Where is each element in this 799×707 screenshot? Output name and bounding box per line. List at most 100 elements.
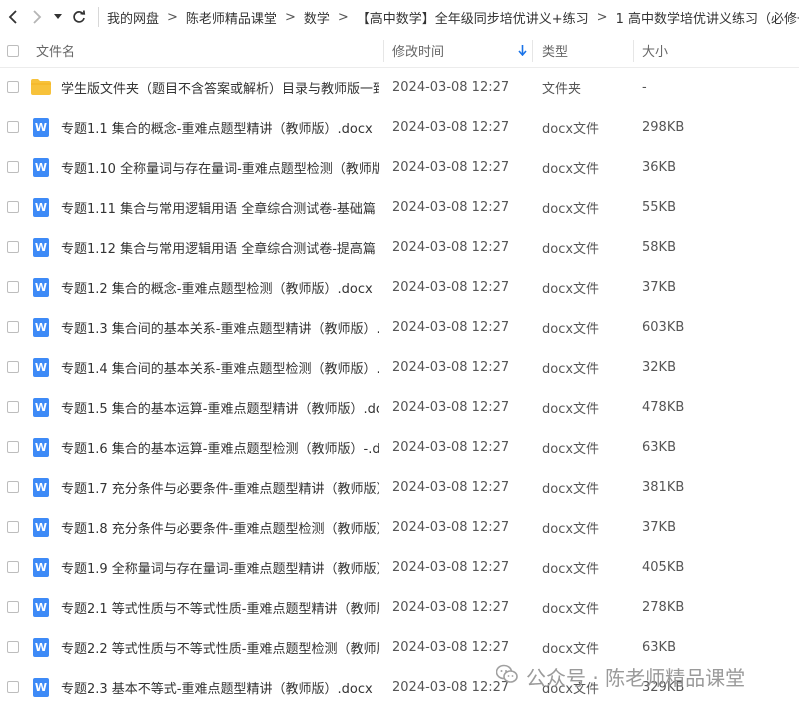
file-row[interactable]: W 专题1.1 集合的概念-重难点题型精讲（教师版）.docx 2024-03-…: [0, 107, 799, 147]
row-checkbox[interactable]: [7, 667, 19, 707]
file-size: 405KB: [642, 559, 685, 575]
file-size: -: [642, 79, 647, 95]
word-icon: W: [33, 518, 49, 537]
file-name[interactable]: 学生版文件夹（题目不含答案或解析）目录与教师版一致: [61, 67, 379, 107]
file-row[interactable]: W 专题2.1 等式性质与不等式性质-重难点题型精讲（教师版... 2024-0…: [0, 587, 799, 627]
word-icon: W: [33, 318, 49, 337]
file-name[interactable]: 专题1.2 集合的概念-重难点题型检测（教师版）.docx: [61, 267, 379, 307]
row-checkbox[interactable]: [7, 267, 19, 307]
file-size: 381KB: [642, 479, 685, 495]
column-header-modified[interactable]: 修改时间: [392, 34, 444, 67]
row-checkbox[interactable]: [7, 467, 19, 507]
column-divider[interactable]: [532, 40, 533, 62]
row-checkbox[interactable]: [7, 307, 19, 347]
forward-button[interactable]: [32, 0, 42, 34]
file-modified: 2024-03-08 12:27: [392, 599, 510, 615]
wechat-logo-icon: [495, 664, 518, 689]
file-name[interactable]: 专题2.2 等式性质与不等式性质-重难点题型检测（教师版...: [61, 627, 379, 667]
file-size: 32KB: [642, 359, 676, 375]
row-checkbox[interactable]: [7, 627, 19, 667]
file-name[interactable]: 专题1.11 集合与常用逻辑用语 全章综合测试卷-基础篇（...: [61, 187, 379, 227]
breadcrumb-item[interactable]: 【高中数学】全年级同步培优讲义+练习: [357, 8, 589, 27]
file-modified: 2024-03-08 12:27: [392, 559, 510, 575]
file-row[interactable]: W 专题1.2 集合的概念-重难点题型检测（教师版）.docx 2024-03-…: [0, 267, 799, 307]
row-checkbox[interactable]: [7, 227, 19, 267]
file-modified: 2024-03-08 12:27: [392, 119, 510, 135]
file-modified: 2024-03-08 12:27: [392, 359, 510, 375]
file-name[interactable]: 专题1.7 充分条件与必要条件-重难点题型精讲（教师版）...: [61, 467, 379, 507]
file-modified: 2024-03-08 12:27: [392, 479, 510, 495]
file-row[interactable]: W 专题1.6 集合的基本运算-重难点题型检测（教师版）-.do... 2024…: [0, 427, 799, 467]
file-row[interactable]: 学生版文件夹（题目不含答案或解析）目录与教师版一致 2024-03-08 12:…: [0, 67, 799, 107]
row-checkbox[interactable]: [7, 387, 19, 427]
column-header-size[interactable]: 大小: [642, 34, 668, 67]
sort-descending-icon[interactable]: [518, 34, 527, 67]
row-checkbox[interactable]: [7, 427, 19, 467]
file-name[interactable]: 专题1.3 集合间的基本关系-重难点题型精讲（教师版）.d...: [61, 307, 379, 347]
breadcrumb-separator-icon: >: [284, 9, 296, 25]
file-row[interactable]: W 专题1.3 集合间的基本关系-重难点题型精讲（教师版）.d... 2024-…: [0, 307, 799, 347]
file-modified: 2024-03-08 12:27: [392, 239, 510, 255]
row-checkbox[interactable]: [7, 507, 19, 547]
row-checkbox[interactable]: [7, 147, 19, 187]
file-row[interactable]: W 专题1.10 全称量词与存在量词-重难点题型检测（教师版... 2024-0…: [0, 147, 799, 187]
word-icon: W: [33, 478, 49, 497]
file-name[interactable]: 专题2.1 等式性质与不等式性质-重难点题型精讲（教师版...: [61, 587, 379, 627]
word-icon: W: [33, 358, 49, 377]
breadcrumb-separator-icon: >: [337, 9, 349, 25]
chevron-right-icon: [33, 10, 42, 24]
file-size: 58KB: [642, 239, 676, 255]
file-modified: 2024-03-08 12:27: [392, 519, 510, 535]
word-icon: W: [33, 118, 49, 137]
file-name[interactable]: 专题1.8 充分条件与必要条件-重难点题型检测（教师版）...: [61, 507, 379, 547]
word-icon: W: [33, 558, 49, 577]
file-type: docx文件: [542, 441, 600, 457]
row-checkbox[interactable]: [7, 187, 19, 227]
breadcrumb-item[interactable]: 陈老师精品课堂: [186, 8, 277, 27]
file-size: 37KB: [642, 519, 676, 535]
row-checkbox[interactable]: [7, 587, 19, 627]
file-row[interactable]: W 专题1.9 全称量词与存在量词-重难点题型精讲（教师版）... 2024-0…: [0, 547, 799, 587]
file-name[interactable]: 专题1.5 集合的基本运算-重难点题型精讲（教师版）.docx: [61, 387, 379, 427]
file-size: 36KB: [642, 159, 676, 175]
breadcrumb-item-current[interactable]: 1 高中数学培优讲义练习（必修一）: [616, 8, 799, 27]
file-name[interactable]: 专题1.4 集合间的基本关系-重难点题型检测（教师版）.d...: [61, 347, 379, 387]
file-row[interactable]: W 专题1.7 充分条件与必要条件-重难点题型精讲（教师版）... 2024-0…: [0, 467, 799, 507]
file-modified: 2024-03-08 12:27: [392, 679, 510, 695]
row-checkbox[interactable]: [7, 347, 19, 387]
breadcrumb-item[interactable]: 我的网盘: [107, 8, 159, 27]
file-name[interactable]: 专题1.10 全称量词与存在量词-重难点题型检测（教师版...: [61, 147, 379, 187]
file-modified: 2024-03-08 12:27: [392, 79, 510, 95]
back-button[interactable]: [8, 0, 18, 34]
file-list-header: 文件名 修改时间 类型 大小: [0, 34, 799, 68]
file-name[interactable]: 专题1.12 集合与常用逻辑用语 全章综合测试卷-提高篇（...: [61, 227, 379, 267]
file-name[interactable]: 专题1.9 全称量词与存在量词-重难点题型精讲（教师版）...: [61, 547, 379, 587]
file-row[interactable]: W 专题1.11 集合与常用逻辑用语 全章综合测试卷-基础篇（... 2024-…: [0, 187, 799, 227]
breadcrumb-item[interactable]: 数学: [304, 8, 330, 27]
row-checkbox[interactable]: [7, 107, 19, 147]
file-row[interactable]: W 专题1.5 集合的基本运算-重难点题型精讲（教师版）.docx 2024-0…: [0, 387, 799, 427]
column-header-type[interactable]: 类型: [542, 34, 568, 67]
row-checkbox[interactable]: [7, 67, 19, 107]
history-dropdown-button[interactable]: [54, 0, 62, 34]
file-row[interactable]: W 专题1.12 集合与常用逻辑用语 全章综合测试卷-提高篇（... 2024-…: [0, 227, 799, 267]
breadcrumb-separator-icon: >: [596, 9, 608, 25]
breadcrumb-separator-icon: >: [167, 9, 178, 25]
file-row[interactable]: W 专题1.4 集合间的基本关系-重难点题型检测（教师版）.d... 2024-…: [0, 347, 799, 387]
word-icon: W: [33, 278, 49, 297]
file-row[interactable]: W 专题1.8 充分条件与必要条件-重难点题型检测（教师版）... 2024-0…: [0, 507, 799, 547]
column-header-name[interactable]: 文件名: [36, 34, 75, 67]
file-name[interactable]: 专题1.1 集合的概念-重难点题型精讲（教师版）.docx: [61, 107, 379, 147]
column-divider[interactable]: [633, 40, 634, 62]
file-size: 37KB: [642, 279, 676, 295]
select-all-checkbox[interactable]: [7, 34, 19, 67]
file-name[interactable]: 专题1.6 集合的基本运算-重难点题型检测（教师版）-.do...: [61, 427, 379, 467]
row-checkbox[interactable]: [7, 547, 19, 587]
file-name[interactable]: 专题2.3 基本不等式-重难点题型精讲（教师版）.docx: [61, 667, 379, 707]
word-icon: W: [33, 198, 49, 217]
refresh-button[interactable]: [72, 0, 86, 34]
column-divider[interactable]: [383, 40, 384, 62]
watermark-text: 公众号 · 陈老师精品课堂: [526, 665, 746, 690]
word-icon: W: [33, 598, 49, 617]
chevron-left-icon: [8, 10, 17, 24]
